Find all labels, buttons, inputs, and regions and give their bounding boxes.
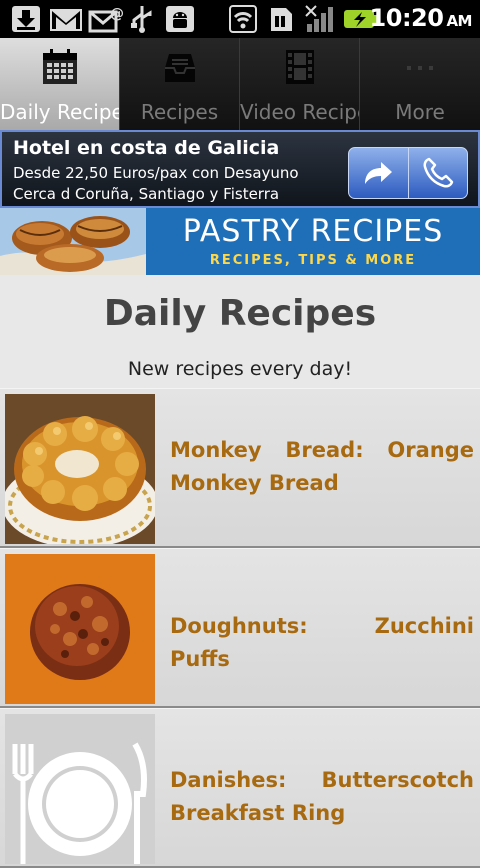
wifi-icon [229,5,257,33]
tab-label: More [395,100,445,124]
ad-action-buttons [348,147,468,199]
recipe-thumbnail [5,714,155,864]
svg-text:@: @ [110,6,124,22]
recipe-thumbnail [5,394,155,544]
sim-icon [271,8,292,31]
ad-share-button[interactable] [349,148,408,198]
pastry-banner-title: PASTRY RECIPES [182,214,444,249]
recipe-thumbnail [5,554,155,704]
list-item[interactable]: Doughnuts: Zucchini Puffs [0,548,480,708]
list-item[interactable]: Monkey Bread: Orange Monkey Bread [0,388,480,548]
recipe-list: Monkey Bread: Orange Monkey Bread Doughn… [0,388,480,868]
recipe-title: Danishes: Butterscotch Breakfast Ring [170,768,474,825]
page-title: Daily Recipes [103,293,377,334]
ad-title: Hotel en costa de Galicia [13,137,280,159]
clock-ampm: AM [446,12,472,30]
gmail-icon [50,9,82,31]
tab-label: Recipes [140,100,219,124]
pastry-photo [0,208,146,275]
share-arrow-icon [365,162,393,184]
recipe-title: Doughnuts: Zucchini Puffs [170,614,474,671]
tab-recipes[interactable]: Recipes [120,38,240,130]
page-subtitle: New recipes every day! [127,358,353,380]
tab-more[interactable]: More [360,38,480,130]
clock-time: 10:20 [369,4,444,32]
inbox-icon [165,54,195,82]
ad-call-button[interactable] [407,148,468,198]
status-bar: @ 10:20 AM [0,0,480,38]
recipe-title: Monkey Bread: Orange Monkey Bread [170,438,474,495]
tab-label: Daily Recipes [0,100,119,124]
tab-bar: Daily Recipes Recipes Video Recipe More [0,38,480,130]
tab-label: Video Recipe [240,100,359,124]
tab-daily-recipes[interactable]: Daily Recipes [0,38,120,130]
pastry-banner-subtitle: RECIPES, TIPS & MORE [209,253,417,268]
pastry-recipes-banner[interactable]: PASTRY RECIPES RECIPES, TIPS & MORE [0,208,480,275]
ad-line-2: Cerca d Coruña, Santiago y Fisterra [13,185,280,203]
android-debug-icon [166,6,194,32]
more-dots-icon [407,66,433,70]
list-item[interactable]: Danishes: Butterscotch Breakfast Ring [0,708,480,868]
calendar-icon [43,49,77,84]
usb-icon [131,6,152,33]
phone-icon [423,157,453,188]
film-icon [286,50,314,84]
ad-line-1: Desde 22,50 Euros/pax con Desayuno [13,164,299,182]
signal-icon [305,5,333,32]
email-icon: @ [88,6,124,33]
ad-banner[interactable]: Hotel en costa de Galicia Desde 22,50 Eu… [0,130,480,208]
tab-video-recipe[interactable]: Video Recipe [240,38,360,130]
clock: 10:20 AM [369,4,473,32]
download-icon [12,6,40,32]
